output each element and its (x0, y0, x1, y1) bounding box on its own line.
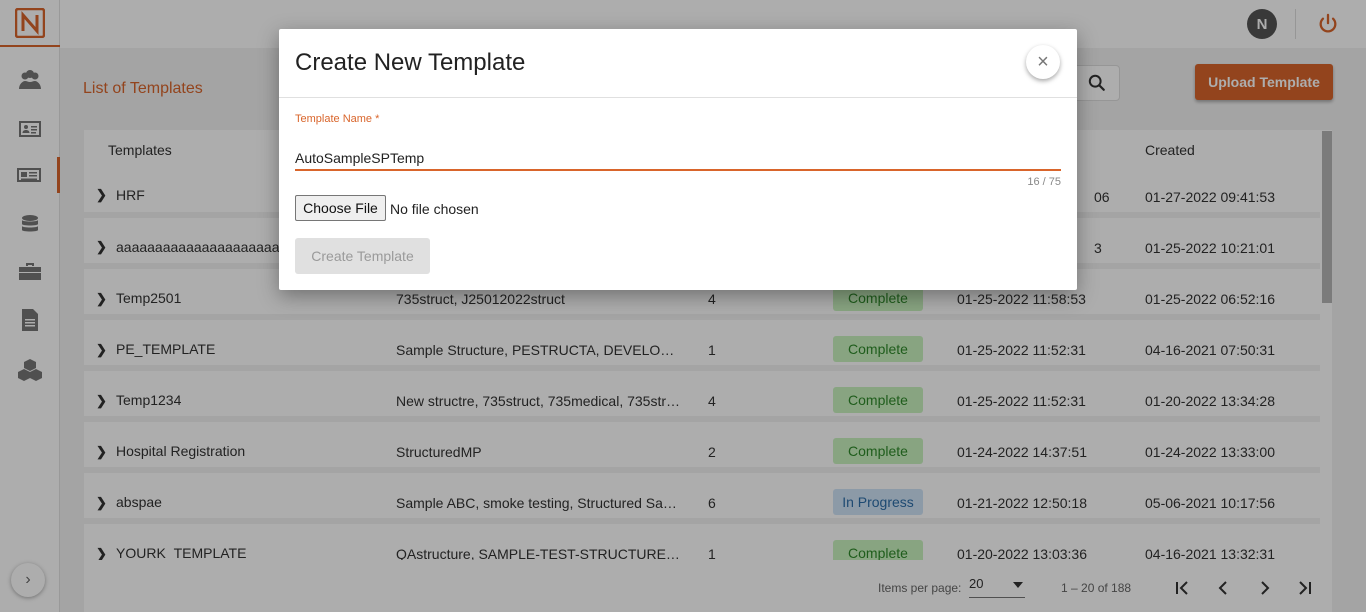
create-template-button[interactable]: Create Template (295, 238, 430, 274)
template-name-input[interactable] (295, 143, 1061, 171)
create-template-dialog: Create New Template × Template Name * 16… (279, 29, 1077, 290)
close-icon: × (1037, 50, 1049, 73)
file-status-text: No file chosen (390, 201, 479, 217)
close-button[interactable]: × (1026, 45, 1060, 79)
character-counter: 16 / 75 (1027, 176, 1061, 188)
dialog-title: Create New Template (295, 49, 526, 76)
choose-file-button[interactable]: Choose File (295, 195, 386, 221)
template-name-label: Template Name * (295, 113, 380, 125)
dialog-divider (279, 97, 1077, 98)
